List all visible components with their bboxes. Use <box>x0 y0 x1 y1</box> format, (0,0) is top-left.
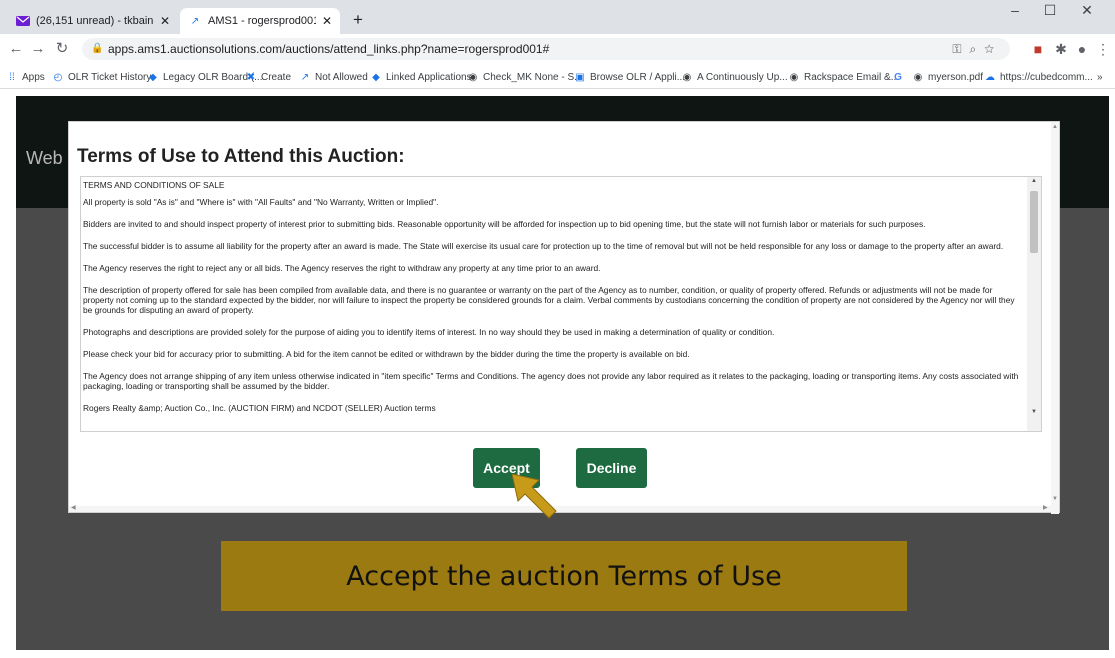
close-tab-icon[interactable]: ✕ <box>322 14 332 28</box>
terms-paragraph: The successful bidder is to assume all l… <box>83 241 1004 251</box>
cloud-icon: ☁ <box>985 71 995 83</box>
key-icon[interactable]: ⚿ <box>952 42 969 56</box>
modal-title: Terms of Use to Attend this Auction: <box>77 146 405 167</box>
tab-title: (26,151 unread) - tkbain@yahoo. <box>36 15 154 27</box>
tab-yahoo-mail[interactable]: (26,151 unread) - tkbain@yahoo. ✕ <box>8 8 178 34</box>
bookmark-olr-ticket-history[interactable]: ◴ OLR Ticket History <box>52 69 152 85</box>
lock-icon: 🔒 <box>91 43 104 54</box>
bookmark-create[interactable]: ✖ Create <box>245 69 291 85</box>
bookmark-not-allowed[interactable]: ↗ Not Allowed <box>299 69 368 85</box>
bookmark-browse-olr[interactable]: ▣ Browse OLR / Appli... <box>574 69 685 85</box>
bookmarks-bar: ⁞⁞ Apps ◴ OLR Ticket History ◆ Legacy OLR B… <box>0 66 1115 89</box>
close-tab-icon[interactable]: ✕ <box>160 14 170 28</box>
terms-paragraph: Rogers Realty &amp; Auction Co., Inc. (A… <box>83 403 436 413</box>
tab-title: AMS1 - rogersprod001 Auction A <box>208 15 316 27</box>
terms-paragraph: Photographs and descriptions are provide… <box>83 327 775 337</box>
create-icon: ✖ <box>246 71 256 83</box>
terms-modal: Terms of Use to Attend this Auction: TER… <box>68 121 1060 514</box>
scroll-up-icon[interactable]: ▲ <box>1027 178 1041 184</box>
terms-paragraph: Bidders are invited to and should inspec… <box>83 219 926 229</box>
globe-icon: ◉ <box>789 71 799 83</box>
forward-icon[interactable]: → <box>28 38 48 60</box>
bookmark-rackspace-email[interactable]: ◉ Rackspace Email &... <box>788 69 899 85</box>
bookmark-check-mk[interactable]: ◉ Check_MK None - S... <box>467 69 583 85</box>
tab-strip: (26,151 unread) - tkbain@yahoo. ✕ ↗ AMS1… <box>0 0 1115 34</box>
bookmark-google[interactable]: G <box>892 69 908 85</box>
mail-icon <box>16 16 30 27</box>
scroll-down-icon[interactable]: ▼ <box>1051 496 1059 502</box>
terms-text-area[interactable]: TERMS AND CONDITIONS OF SALE All propert… <box>80 176 1042 432</box>
terms-paragraph: The Agency reserves the right to reject … <box>83 263 601 273</box>
apps-grid-icon: ⁞⁞ <box>9 71 15 83</box>
omnibox-actions: ⚿⌕☆ <box>952 38 1002 60</box>
bookmark-cubedcomm[interactable]: ☁ https://cubedcomm... <box>984 69 1093 85</box>
browser-chrome: (26,151 unread) - tkbain@yahoo. ✕ ↗ AMS1… <box>0 0 1115 96</box>
globe-icon: ◉ <box>682 71 692 83</box>
tab-ams1[interactable]: ↗ AMS1 - rogersprod001 Auction A ✕ <box>180 8 340 34</box>
scroll-left-icon[interactable]: ◀ <box>71 504 76 511</box>
diamond-icon: ◆ <box>372 71 380 83</box>
maximize-icon[interactable]: ☐ <box>1035 2 1065 19</box>
terms-paragraph: The description of property offered for … <box>83 285 1015 315</box>
browser-toolbar: ← → ↻ 🔒 apps.ams1.auctionsolutions.com/a… <box>0 34 1115 64</box>
page-header-title: Web <box>26 148 63 168</box>
instruction-caption: Accept the auction Terms of Use <box>221 541 907 611</box>
scroll-up-icon[interactable]: ▲ <box>1051 124 1059 130</box>
star-icon[interactable]: ☆ <box>984 42 1002 56</box>
terms-paragraph: All property is sold "As is" and "Where … <box>83 197 439 207</box>
modal-horizontal-scrollbar[interactable]: ◀ ▶ <box>69 504 1053 512</box>
bookmark-linked-applications[interactable]: ◆ Linked Applications <box>370 69 471 85</box>
modal-scrollbar[interactable]: ▲ ▼ <box>1051 122 1059 514</box>
terms-paragraph: TERMS AND CONDITIONS OF SALE <box>83 180 225 190</box>
extensions-puzzle-icon[interactable]: ✱ <box>1052 38 1070 60</box>
reload-icon[interactable]: ↻ <box>52 38 72 60</box>
scrollbar-thumb[interactable] <box>1030 191 1038 253</box>
scroll-right-icon[interactable]: ▶ <box>1043 504 1048 511</box>
new-tab-button[interactable]: + <box>346 9 370 31</box>
profile-avatar-icon[interactable]: ● <box>1073 38 1091 60</box>
globe-icon: ◉ <box>913 71 923 83</box>
google-icon: G <box>894 71 902 83</box>
history-icon: ◴ <box>53 71 63 83</box>
menu-dots-icon[interactable]: ⋮ <box>1094 38 1112 60</box>
terms-paragraph: Please check your bid for accuracy prior… <box>83 349 690 359</box>
bookmark-myerson-pdf[interactable]: ◉ myerson.pdf <box>912 69 983 85</box>
scroll-down-icon[interactable]: ▼ <box>1027 409 1041 415</box>
address-bar[interactable]: 🔒 apps.ams1.auctionsolutions.com/auction… <box>82 38 1010 60</box>
arrow-pointer-icon <box>512 474 557 519</box>
diamond-icon: ◆ <box>149 71 157 83</box>
board-icon: ▣ <box>575 71 585 83</box>
zoom-icon[interactable]: ⌕ <box>969 42 984 56</box>
pdf-extension-icon[interactable]: ■ <box>1029 38 1047 60</box>
bookmark-continuously-up[interactable]: ◉ A Continuously Up... <box>681 69 788 85</box>
decline-button[interactable]: Decline <box>576 448 647 488</box>
globe-icon: ◉ <box>468 71 478 83</box>
minimize-icon[interactable]: – <box>1000 2 1030 18</box>
close-window-icon[interactable]: ✕ <box>1072 2 1102 19</box>
caption-text: Accept the auction Terms of Use <box>346 560 782 592</box>
url-text: apps.ams1.auctionsolutions.com/auctions/… <box>108 42 550 56</box>
ams-icon: ↗ <box>190 15 200 27</box>
ams-icon: ↗ <box>300 71 310 83</box>
terms-scrollbar[interactable]: ▲ ▼ <box>1027 177 1041 431</box>
bookmarks-overflow[interactable]: » <box>1097 69 1103 85</box>
bookmark-apps[interactable]: ⁞⁞ Apps <box>6 69 45 85</box>
back-icon[interactable]: ← <box>6 38 26 60</box>
terms-paragraph: The Agency does not arrange shipping of … <box>83 371 1019 391</box>
